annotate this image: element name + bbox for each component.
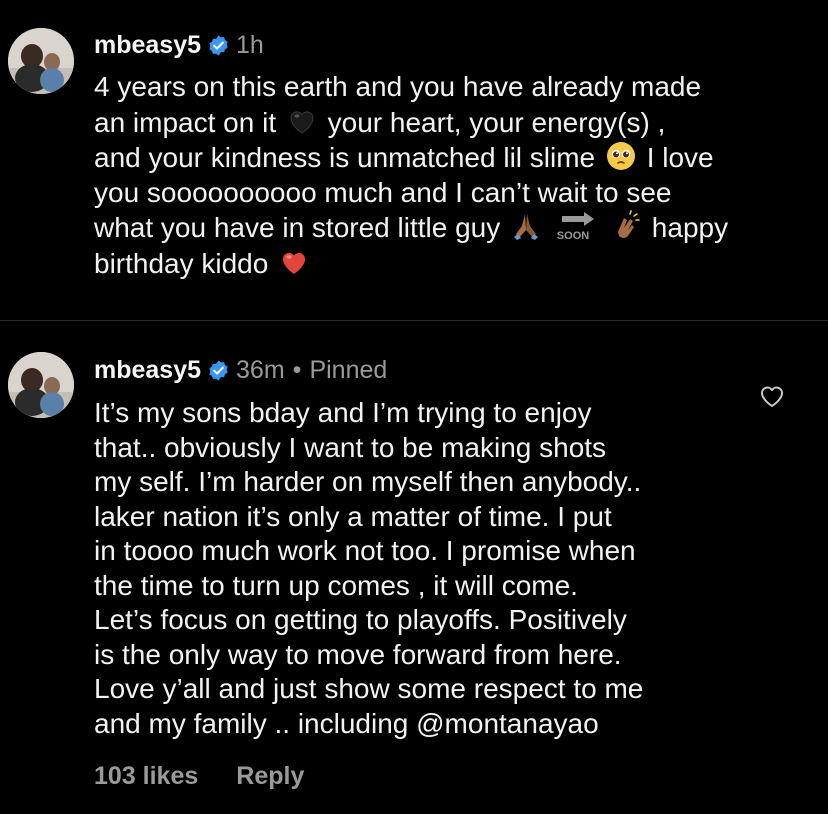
comment-line: 4 years on this earth and you have alrea…	[94, 71, 702, 102]
verified-badge-icon	[207, 359, 230, 382]
comment-divider	[0, 320, 828, 321]
comment-footer: 103 likes Reply	[94, 762, 304, 791]
likes-count[interactable]: 103 likes	[94, 762, 198, 791]
comment-line: the time to turn up comes , it will come…	[94, 569, 578, 601]
text-segment: and your kindness is unmatched lil slime	[94, 142, 603, 173]
username[interactable]: mbeasy5	[94, 356, 201, 385]
comment-2: mbeasy5 36m • Pinned It’s my sons bday a…	[0, 322, 828, 814]
text-segment: your heart, your energy(s) ,	[319, 106, 666, 138]
username[interactable]: mbeasy5	[94, 31, 201, 60]
comment-line: my self. I’m harder on myself then anybo…	[94, 466, 642, 497]
text-segment: I love	[638, 142, 714, 173]
avatar[interactable]	[8, 28, 74, 94]
avatar-photo	[8, 28, 74, 94]
comment-header: mbeasy5 36m • Pinned	[94, 354, 387, 386]
comment-line: laker nation it’s only a matter of time.…	[94, 500, 612, 532]
black-heart-icon	[286, 105, 318, 137]
text-segment: happy	[644, 212, 729, 243]
separator-dot: •	[292, 355, 302, 384]
comment-text: It’s my sons bday and I’m trying to enjo…	[94, 396, 734, 741]
comment-line: Let’s focus on getting to playoffs. Posi…	[94, 604, 627, 635]
comment-line: It’s my sons bday and I’m trying to enjo…	[94, 397, 592, 428]
comment-header: mbeasy5 1h	[94, 29, 264, 61]
timestamp: 1h	[236, 30, 264, 59]
verified-badge-icon	[207, 34, 230, 57]
comment-line: what you have in stored little guy SOON …	[94, 210, 814, 246]
soon-label: SOON	[557, 230, 589, 242]
text-segment: what you have in stored little guy	[94, 212, 509, 243]
comment-line: and your kindness is unmatched lil slime…	[94, 140, 814, 176]
comment-line: Love y’all and just show some respect to…	[94, 673, 644, 704]
comment-line: you soooooooooo much and I can’t wait to…	[94, 176, 672, 208]
pleading-face-icon	[605, 140, 637, 172]
like-heart-icon[interactable]	[758, 382, 786, 410]
comment-line: is the only way to move forward from her…	[94, 638, 622, 670]
timestamp: 36m	[236, 355, 285, 384]
comment-1: mbeasy5 1h 4 years on this earth and you…	[0, 0, 828, 320]
folded-hands-icon	[510, 210, 542, 242]
comment-line: that.. obviously I want to be making sho…	[94, 431, 607, 463]
text-segment: an impact on it	[94, 106, 284, 138]
clapping-hands-icon	[610, 210, 642, 242]
avatar-photo	[8, 352, 74, 418]
reply-button[interactable]: Reply	[236, 762, 304, 791]
comment-text: 4 years on this earth and you have alrea…	[94, 70, 814, 281]
comment-line: an impact on it your heart, your energy(…	[94, 105, 814, 141]
soon-arrow-icon: SOON	[546, 210, 606, 242]
avatar[interactable]	[8, 352, 74, 418]
text-segment: birthday kiddo	[94, 247, 277, 279]
pinned-label: Pinned	[309, 355, 388, 384]
comment-line: in toooo much work not too. I promise wh…	[94, 535, 636, 566]
comment-line: and my family .. including @montanayao	[94, 707, 599, 739]
red-heart-icon	[278, 246, 310, 278]
comment-line: birthday kiddo	[94, 246, 814, 282]
